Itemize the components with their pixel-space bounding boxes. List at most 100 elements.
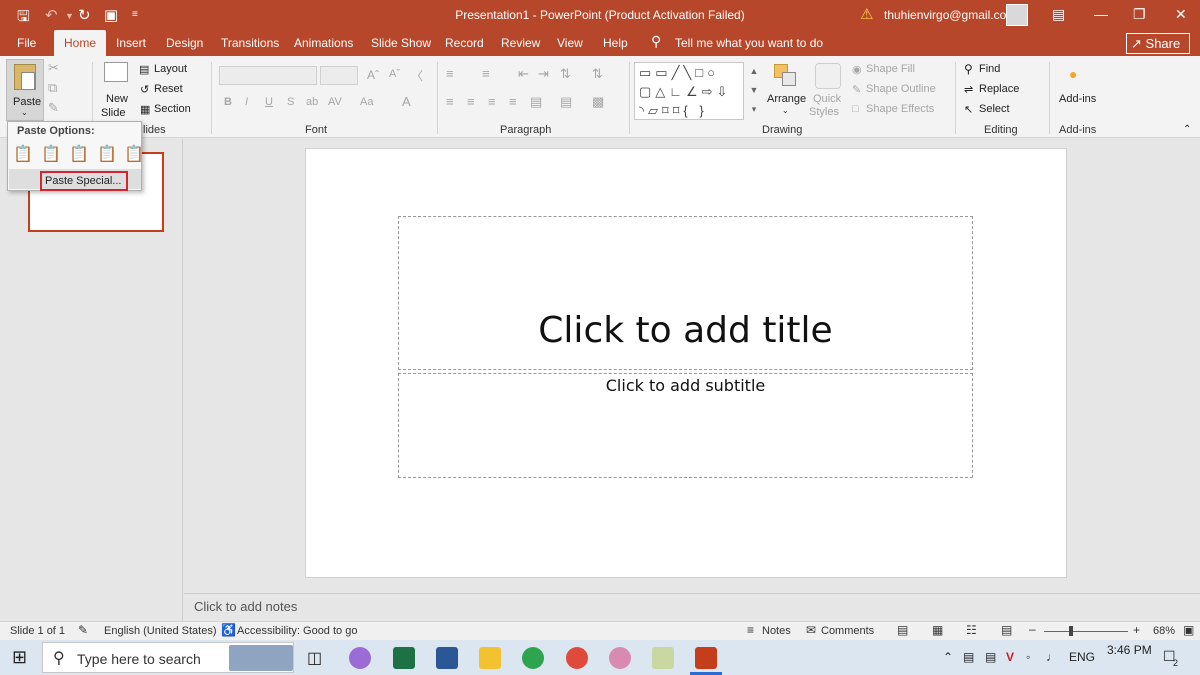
- underline-icon[interactable]: U: [265, 96, 273, 108]
- align-left-icon[interactable]: ≡: [446, 94, 454, 109]
- normal-view-icon[interactable]: ▤: [897, 623, 908, 637]
- tab-design[interactable]: Design: [166, 36, 203, 50]
- arrange-button[interactable]: Arrange: [767, 93, 806, 105]
- format-painter-icon[interactable]: ✎: [48, 100, 59, 116]
- accessibility-status[interactable]: Accessibility: Good to go: [237, 625, 357, 637]
- zoom-slider[interactable]: [1044, 631, 1128, 632]
- zoom-out-icon[interactable]: –: [1029, 622, 1036, 636]
- find-button[interactable]: Find: [979, 63, 1000, 75]
- shape-outline-button[interactable]: Shape Outline: [866, 83, 936, 95]
- comments-button[interactable]: Comments: [821, 625, 874, 637]
- reading-view-icon[interactable]: ☷: [966, 623, 977, 637]
- shape-fill-button[interactable]: Shape Fill: [866, 63, 915, 75]
- clear-format-icon[interactable]: 〈: [411, 67, 423, 84]
- windows-start-icon[interactable]: ⊞: [12, 647, 27, 668]
- zoom-slider-thumb[interactable]: [1069, 626, 1073, 636]
- tab-view[interactable]: View: [557, 36, 583, 50]
- font-name-field[interactable]: [219, 66, 317, 85]
- layout-button[interactable]: Layout: [154, 63, 187, 75]
- shapes-gallery-scroll[interactable]: ▲ ▼ ▾: [743, 62, 764, 120]
- increase-indent-icon[interactable]: ⇥: [538, 66, 549, 82]
- decrease-font-icon[interactable]: Aˇ: [389, 68, 400, 80]
- tab-slide-show[interactable]: Slide Show: [371, 36, 431, 50]
- decrease-indent-icon[interactable]: ⇤: [518, 66, 529, 82]
- quick-styles-button-1[interactable]: Quick: [813, 93, 841, 105]
- tab-help[interactable]: Help: [603, 36, 628, 50]
- text-direction-icon[interactable]: ⇅: [592, 66, 603, 82]
- avatar[interactable]: [1006, 4, 1028, 26]
- align-right-icon[interactable]: ≡: [488, 94, 496, 109]
- tab-transitions[interactable]: Transitions: [221, 36, 279, 50]
- align-center-icon[interactable]: ≡: [467, 94, 475, 109]
- columns-icon[interactable]: ▤: [530, 94, 542, 110]
- select-button[interactable]: Select: [979, 103, 1010, 115]
- tab-file[interactable]: File: [17, 36, 36, 50]
- numbering-icon[interactable]: ≡: [482, 66, 490, 81]
- network-icon[interactable]: ▤: [985, 650, 996, 664]
- paste-button[interactable]: Paste ⌄: [6, 59, 44, 121]
- use-destination-theme-icon[interactable]: 📋: [13, 144, 33, 166]
- chrome-profile-h-icon[interactable]: [522, 647, 544, 669]
- excel-icon[interactable]: [393, 647, 415, 669]
- customize-qat-icon[interactable]: ≡: [132, 9, 138, 20]
- chrome-icon[interactable]: [566, 647, 588, 669]
- tell-me-search[interactable]: Tell me what you want to do: [675, 36, 823, 50]
- zoom-in-icon[interactable]: +: [1133, 623, 1140, 637]
- close-icon[interactable]: ✕: [1175, 6, 1187, 23]
- quick-styles-button-2[interactable]: Styles: [809, 106, 839, 118]
- word-icon[interactable]: [436, 647, 458, 669]
- change-case-icon[interactable]: Aa: [360, 96, 373, 108]
- file-explorer-icon[interactable]: [479, 647, 501, 669]
- tab-record[interactable]: Record: [445, 36, 484, 50]
- input-language[interactable]: ENG: [1069, 650, 1095, 664]
- new-slide-button[interactable]: New Slide: [98, 60, 134, 120]
- powerpoint-icon[interactable]: [695, 647, 717, 669]
- increase-font-icon[interactable]: Aˆ: [367, 68, 379, 82]
- show-hidden-icons[interactable]: ⌃: [943, 650, 953, 664]
- font-color-icon[interactable]: A: [402, 94, 411, 109]
- meet-now-icon[interactable]: ▤: [963, 650, 974, 664]
- notes-pane[interactable]: Click to add notes: [184, 593, 1200, 621]
- replace-button[interactable]: Replace: [979, 83, 1019, 95]
- undo-icon[interactable]: ↶: [45, 6, 58, 24]
- char-spacing-icon[interactable]: AV: [328, 96, 342, 108]
- smartart-icon[interactable]: ▩: [592, 94, 604, 110]
- start-slideshow-icon[interactable]: ▣: [104, 6, 118, 24]
- fit-to-window-icon[interactable]: ▣: [1183, 623, 1194, 637]
- account-email[interactable]: thuhienvirgo@gmail.com: [884, 8, 1016, 22]
- taskbar-search-input[interactable]: ⚲ Type here to search: [42, 642, 294, 673]
- tab-home[interactable]: Home: [54, 30, 107, 57]
- slide-sorter-icon[interactable]: ▦: [932, 623, 943, 637]
- undo-dropdown-icon[interactable]: ▼: [65, 11, 74, 21]
- snipping-tool-icon[interactable]: [609, 647, 631, 669]
- redo-icon[interactable]: ↻: [78, 6, 91, 24]
- paint-icon[interactable]: [652, 647, 674, 669]
- embed-icon[interactable]: 📋: [69, 144, 89, 166]
- save-icon[interactable]: 🖫: [17, 6, 30, 31]
- keep-source-formatting-icon[interactable]: 📋: [41, 144, 61, 166]
- tab-insert[interactable]: Insert: [116, 36, 146, 50]
- justify-icon[interactable]: ≡: [509, 94, 517, 109]
- tab-review[interactable]: Review: [501, 36, 540, 50]
- bullets-icon[interactable]: ≡: [446, 66, 454, 81]
- shadow-icon[interactable]: S: [287, 96, 294, 108]
- addins-button[interactable]: Add-ins: [1059, 93, 1096, 105]
- maximize-icon[interactable]: ❐: [1133, 6, 1146, 23]
- line-spacing-icon[interactable]: ⇅: [560, 66, 571, 82]
- copilot-icon[interactable]: [349, 647, 371, 669]
- keep-text-only-icon[interactable]: 📋: [124, 144, 144, 166]
- share-button[interactable]: ↗ Share: [1126, 33, 1190, 54]
- font-size-field[interactable]: [320, 66, 358, 85]
- strikethrough-icon[interactable]: ab: [306, 96, 318, 108]
- task-view-icon[interactable]: ◫: [307, 648, 322, 668]
- clock-time[interactable]: 3:46 PM: [1107, 643, 1152, 657]
- wifi-icon[interactable]: ◦: [1026, 650, 1030, 664]
- minimize-icon[interactable]: —: [1094, 6, 1108, 22]
- align-text-icon[interactable]: ▤: [560, 94, 572, 110]
- ribbon-display-options-icon[interactable]: ▤: [1052, 6, 1065, 23]
- copy-icon[interactable]: ⧉: [48, 80, 57, 96]
- spelling-icon[interactable]: ✎: [78, 623, 88, 637]
- paste-special-label[interactable]: Paste Special...: [40, 171, 128, 191]
- reset-button[interactable]: Reset: [154, 83, 183, 95]
- slideshow-view-icon[interactable]: ▤: [1001, 623, 1012, 637]
